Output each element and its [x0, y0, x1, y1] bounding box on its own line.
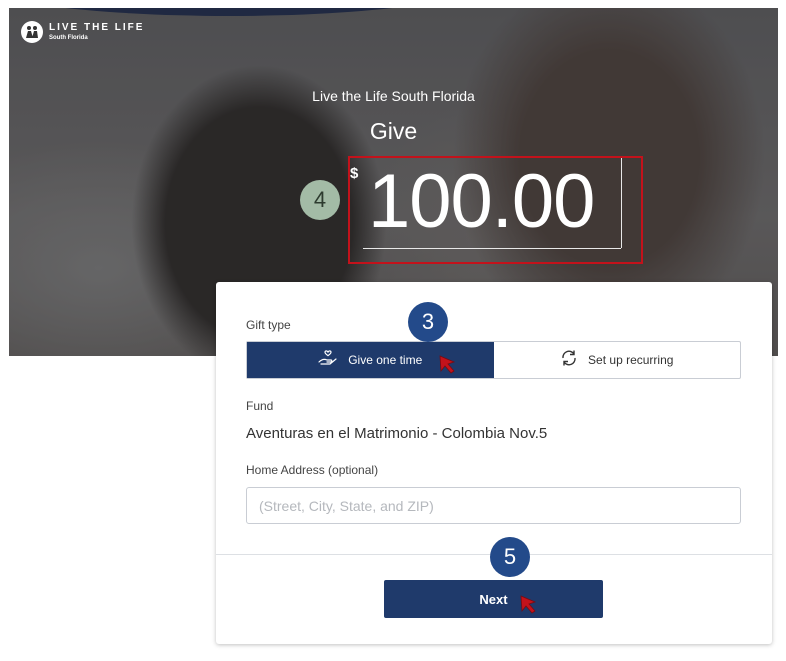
currency-symbol: $ — [350, 165, 359, 182]
logo-subtitle: South Florida — [49, 35, 88, 41]
fund-value: Aventuras en el Matrimonio - Colombia No… — [246, 425, 548, 442]
address-label: Home Address (optional) — [246, 463, 379, 477]
fund-label: Fund — [246, 399, 274, 413]
amount-input[interactable]: 100.00 — [368, 158, 595, 246]
page-title: Give — [369, 118, 418, 144]
people-logo-icon — [21, 21, 43, 43]
amount-underline — [363, 248, 621, 249]
text-caret — [621, 158, 622, 248]
give-one-time-label: Give one time — [348, 353, 423, 367]
site-logo[interactable]: LIVE THE LIFE South Florida — [21, 21, 144, 43]
pointer-cursor-icon — [520, 595, 537, 614]
next-button[interactable]: Next — [384, 580, 603, 618]
gift-type-label: Gift type — [246, 318, 291, 332]
give-form-card: Gift type Give one time Set up recurring… — [216, 282, 772, 644]
pointer-cursor-icon — [439, 355, 456, 374]
page-frame: LIVE THE LIFE South Florida Live the Lif… — [0, 0, 786, 661]
logo-text: LIVE THE LIFE South Florida — [49, 22, 145, 42]
org-name: Live the Life South Florida — [312, 88, 475, 104]
set-up-recurring-label: Set up recurring — [588, 353, 674, 367]
step-badge-next: 5 — [490, 537, 530, 577]
step-badge-amount: 4 — [300, 180, 340, 220]
gift-type-toggle: Give one time Set up recurring — [246, 341, 741, 379]
set-up-recurring-option[interactable]: Set up recurring — [494, 342, 741, 378]
giving-hand-icon — [318, 349, 338, 371]
logo-title: LIVE THE LIFE — [49, 22, 145, 33]
step-badge-gift-type: 3 — [408, 302, 448, 342]
address-input[interactable] — [246, 487, 741, 524]
recurring-arrows-icon — [560, 349, 578, 372]
